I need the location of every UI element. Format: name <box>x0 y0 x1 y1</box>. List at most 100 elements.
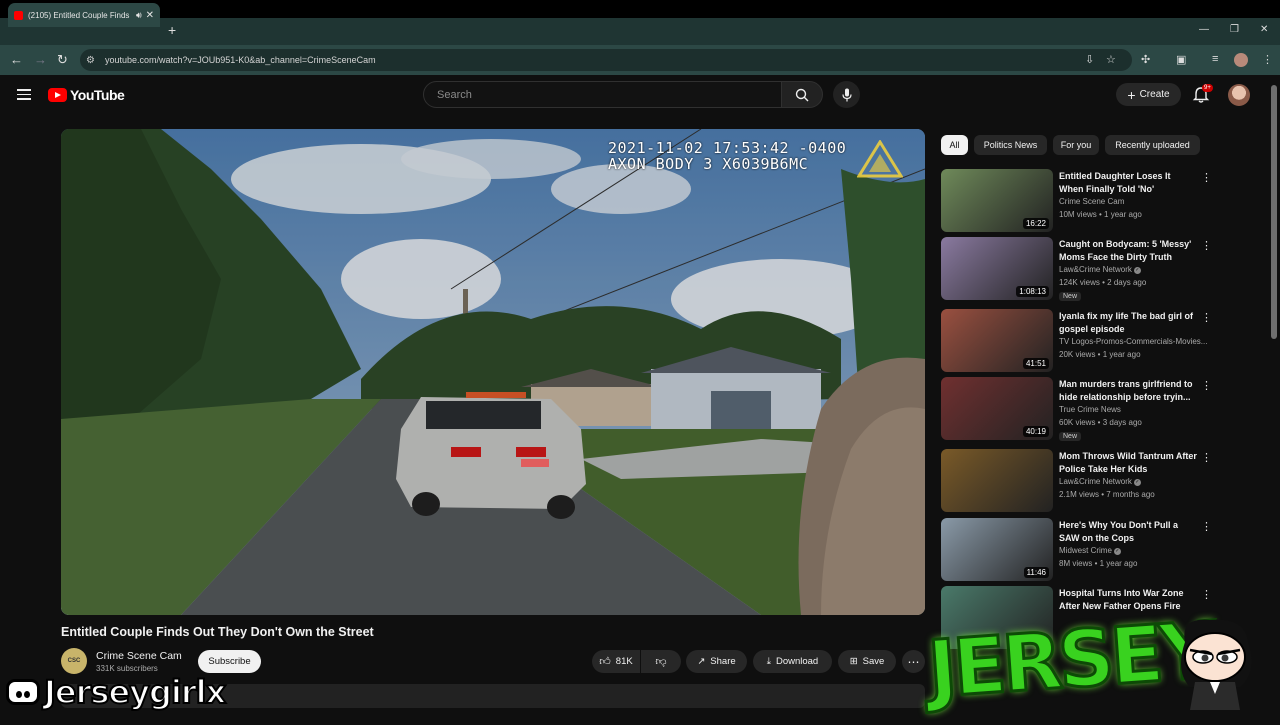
reload-icon[interactable]: ↻ <box>57 52 68 68</box>
video-duration: 1:08:13 <box>1016 286 1049 297</box>
video-duration: 41:51 <box>1022 358 1049 369</box>
video-thumbnail[interactable]: 41:51 <box>941 309 1053 372</box>
screen-top-bar <box>0 0 1280 18</box>
recommendation-title[interactable]: Entitled Daughter Loses It When Finally … <box>1059 170 1197 196</box>
recommendation-channel[interactable]: True Crime News <box>1059 405 1209 414</box>
more-options-icon[interactable]: ⋮ <box>1201 588 1212 601</box>
extensions-icon[interactable]: ✣ <box>1141 53 1150 66</box>
video-thumbnail[interactable] <box>941 449 1053 512</box>
thumbs-down-icon: 👎︎ <box>655 656 667 668</box>
search-button[interactable] <box>781 81 823 108</box>
more-options-icon[interactable]: ⋮ <box>1201 171 1212 184</box>
streamer-tag-text: Jerseygirlx <box>43 672 227 712</box>
more-options-icon[interactable]: ⋮ <box>1201 520 1212 533</box>
subscribe-button[interactable]: Subscribe <box>198 650 261 673</box>
more-options-icon[interactable]: ⋮ <box>1201 451 1212 464</box>
recommendation-title[interactable]: Mom Throws Wild Tantrum After Police Tak… <box>1059 450 1197 476</box>
recommendation-meta: 10M views • 1 year ago <box>1059 210 1142 219</box>
recommendation-channel[interactable]: Crime Scene Cam <box>1059 197 1209 206</box>
verified-badge-icon: ✓ <box>1133 267 1141 274</box>
voice-search-button[interactable] <box>833 81 860 108</box>
speaker-icon[interactable]: 🔊︎ <box>136 10 142 21</box>
forward-icon[interactable]: → <box>34 52 47 67</box>
browser-tab[interactable]: (2105) Entitled Couple Finds 🔊︎ ✕ <box>8 3 160 27</box>
more-options-icon[interactable]: ⋮ <box>1201 311 1212 324</box>
recommendation-channel[interactable]: TV Logos-Promos-Commercials-Movies... <box>1059 337 1209 346</box>
browser-menu-icon[interactable]: ⋮ <box>1262 53 1273 66</box>
close-tab-icon[interactable]: ✕ <box>146 10 154 21</box>
create-button[interactable]: + Create <box>1116 83 1181 106</box>
recommendation-item[interactable]: 11:46 Here's Why You Don't Pull a SAW on … <box>941 518 1221 584</box>
recommendation-title[interactable]: Iyanla fix my life The bad girl of gospe… <box>1059 310 1197 336</box>
install-app-icon[interactable]: ⇩ <box>1085 53 1094 66</box>
maximize-icon[interactable]: ❐ <box>1230 24 1239 35</box>
video-thumbnail[interactable]: 1:08:13 <box>941 237 1053 300</box>
like-button[interactable]: 👍︎ 81K <box>592 650 640 673</box>
video-thumbnail[interactable]: 11:46 <box>941 518 1053 581</box>
youtube-play-logo-icon <box>48 88 67 102</box>
recommendation-channel-name: TV Logos-Promos-Commercials-Movies... <box>1059 337 1208 346</box>
new-badge: New <box>1059 292 1082 301</box>
address-bar[interactable]: ⚙ youtube.com/watch?v=JOUb951-K0&ab_chan… <box>80 49 1132 71</box>
recommendation-meta: 8M views • 1 year ago <box>1059 559 1138 568</box>
new-tab-icon[interactable]: + <box>168 22 176 38</box>
recommendation-title[interactable]: Man murders trans girlfriend to hide rel… <box>1059 378 1197 404</box>
dislike-button[interactable]: 👎︎ <box>641 650 681 673</box>
chip-for-you[interactable]: For you <box>1053 135 1099 155</box>
recommendation-item[interactable]: 40:19 Man murders trans girlfriend to hid… <box>941 377 1221 443</box>
recommendation-item[interactable]: Mom Throws Wild Tantrum After Police Tak… <box>941 449 1221 515</box>
thumbs-up-icon: 👍︎ <box>599 656 611 668</box>
more-options-icon[interactable]: ⋮ <box>1201 239 1212 252</box>
site-info-icon[interactable]: ⚙ <box>86 55 95 66</box>
bodycam-device-id: AXON BODY 3 X6039B6MC <box>608 155 809 173</box>
video-player[interactable] <box>61 129 925 615</box>
more-options-icon[interactable]: ⋮ <box>1201 379 1212 392</box>
youtube-logo[interactable]: YouTube <box>48 87 125 103</box>
page-scrollbar[interactable] <box>1271 85 1277 339</box>
recommendation-channel[interactable]: Midwest Crime ✓ <box>1059 546 1209 555</box>
download-label: Download <box>775 656 819 667</box>
split-view-icon[interactable]: ▣ <box>1176 53 1186 66</box>
share-button[interactable]: ↗ Share <box>686 650 747 673</box>
browser-profile-avatar[interactable] <box>1234 53 1248 67</box>
channel-avatar[interactable]: CSC <box>61 648 87 674</box>
video-thumbnail[interactable]: 16:22 <box>941 169 1053 232</box>
like-count: 81K <box>615 656 633 667</box>
channel-name[interactable]: Crime Scene Cam <box>96 650 182 662</box>
recommendation-channel[interactable]: Law&Crime Network ✓ <box>1059 265 1209 274</box>
more-actions-icon[interactable]: ⋯ <box>902 650 925 673</box>
youtube-favicon-icon <box>14 10 23 20</box>
menu-icon[interactable] <box>17 89 31 103</box>
create-label: Create <box>1139 89 1170 100</box>
save-label: Save <box>862 656 885 667</box>
video-duration: 11:46 <box>1023 567 1049 578</box>
search-placeholder: Search <box>437 88 472 101</box>
chip-all[interactable]: All <box>941 135 968 155</box>
minimize-icon[interactable]: — <box>1199 24 1209 35</box>
recommendation-item[interactable]: 1:08:13 Caught on Bodycam: 5 'Messy' Moms… <box>941 237 1221 303</box>
close-window-icon[interactable]: ✕ <box>1260 24 1268 35</box>
cartoon-character-overlay <box>1181 619 1252 710</box>
recommendation-item[interactable]: 41:51 Iyanla fix my life The bad girl of … <box>941 309 1221 375</box>
bodycam-overlay: 2021-11-02 17:53:42 -0400 AXON BODY 3 X6… <box>608 140 846 172</box>
youtube-logo-text: YouTube <box>70 87 125 103</box>
recommendation-channel[interactable]: Law&Crime Network ✓ <box>1059 477 1209 486</box>
recommendation-item[interactable]: 16:22 Entitled Daughter Loses It When Fin… <box>941 169 1221 235</box>
video-duration: 16:22 <box>1022 218 1049 229</box>
bookmark-star-icon[interactable]: ☆ <box>1106 53 1116 66</box>
chip-politics-news[interactable]: Politics News <box>974 135 1047 155</box>
chip-recently-uploaded[interactable]: Recently uploaded <box>1105 135 1200 155</box>
back-icon[interactable]: ← <box>10 52 23 67</box>
share-label: Share <box>710 656 736 667</box>
streamer-discord-tag: Jerseygirlx <box>0 672 231 712</box>
save-button[interactable]: ⊞ Save <box>838 650 896 673</box>
recommendation-title[interactable]: Caught on Bodycam: 5 'Messy' Moms Face t… <box>1059 238 1197 264</box>
download-button[interactable]: ⤓ Download <box>753 650 832 673</box>
recommendation-title[interactable]: Here's Why You Don't Pull a SAW on the C… <box>1059 519 1197 545</box>
search-input[interactable]: Search <box>423 81 782 108</box>
bodycam-timestamp: 2021-11-02 17:53:42 -0400 <box>608 139 847 157</box>
account-avatar[interactable] <box>1228 84 1250 106</box>
tab-title: (2105) Entitled Couple Finds <box>28 10 130 20</box>
media-controls-icon[interactable]: ≡ <box>1212 53 1218 65</box>
video-thumbnail[interactable]: 40:19 <box>941 377 1053 440</box>
